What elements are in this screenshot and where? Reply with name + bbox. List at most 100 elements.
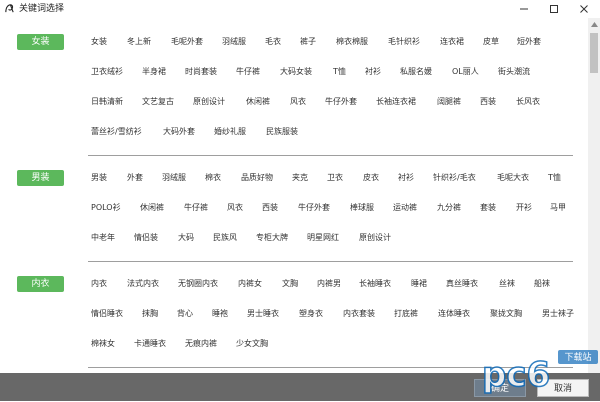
keyword-item[interactable]: 短外套 — [517, 35, 541, 49]
keyword-item[interactable]: 长风衣 — [516, 95, 540, 109]
cancel-button[interactable]: 取消 — [537, 379, 589, 397]
keyword-item[interactable]: 开衫 — [516, 201, 532, 215]
keyword-item[interactable]: 连衣裙 — [440, 35, 464, 49]
keyword-item[interactable]: 夹克 — [292, 171, 308, 185]
keyword-item[interactable]: 私服名媛 — [400, 65, 432, 79]
keyword-item[interactable]: 蕾丝衫/雪纺衫 — [91, 125, 142, 139]
keyword-item[interactable]: 衬衫 — [365, 65, 381, 79]
keyword-item[interactable]: 西装 — [480, 95, 496, 109]
keyword-item[interactable]: 衬衫 — [398, 171, 414, 185]
keyword-item[interactable]: 套装 — [480, 201, 496, 215]
keyword-item[interactable]: 大码 — [178, 231, 194, 245]
keyword-item[interactable]: 专柜大牌 — [256, 231, 288, 245]
keyword-item[interactable]: 毛呢大衣 — [497, 171, 529, 185]
keyword-item[interactable]: 中老年 — [91, 231, 115, 245]
keyword-item[interactable]: 裤子 — [300, 35, 316, 49]
keyword-item[interactable]: 皮草 — [483, 35, 499, 49]
keyword-item[interactable]: 毛衣 — [265, 35, 281, 49]
scroll-up-button[interactable] — [588, 18, 600, 30]
keyword-item[interactable]: 原创设计 — [193, 95, 225, 109]
keyword-item[interactable]: 内衣套装 — [343, 307, 375, 321]
keyword-item[interactable]: 风衣 — [227, 201, 243, 215]
keyword-item[interactable]: 冬上新 — [127, 35, 151, 49]
keyword-item[interactable]: 内裤男 — [317, 277, 341, 291]
keyword-item[interactable]: 长袖连衣裙 — [376, 95, 416, 109]
keyword-item[interactable]: 丝袜 — [499, 277, 515, 291]
keyword-item[interactable]: 休闲裤 — [140, 201, 164, 215]
keyword-item[interactable]: 街头潮流 — [498, 65, 530, 79]
keyword-item[interactable]: 情侣装 — [134, 231, 158, 245]
keyword-item[interactable]: 品质好物 — [241, 171, 273, 185]
keyword-item[interactable]: 半身裙 — [142, 65, 166, 79]
keyword-item[interactable]: 阔腿裤 — [437, 95, 461, 109]
keyword-item[interactable]: 九分裤 — [437, 201, 461, 215]
keyword-item[interactable]: 民族风 — [213, 231, 237, 245]
minimize-button[interactable] — [510, 0, 538, 18]
keyword-item[interactable]: 明星网红 — [307, 231, 339, 245]
keyword-item[interactable]: 卡通睡衣 — [134, 337, 166, 351]
keyword-item[interactable]: 婚纱礼服 — [214, 125, 246, 139]
keyword-item[interactable]: 大码外套 — [163, 125, 195, 139]
keyword-item[interactable]: 聚拢文胸 — [490, 307, 522, 321]
keyword-item[interactable]: 真丝睡衣 — [446, 277, 478, 291]
keyword-item[interactable]: 大码女装 — [280, 65, 312, 79]
keyword-item[interactable]: 男装 — [91, 171, 107, 185]
keyword-item[interactable]: 牛仔外套 — [325, 95, 357, 109]
keyword-item[interactable]: 法式内衣 — [127, 277, 159, 291]
keyword-item[interactable]: 时尚套装 — [185, 65, 217, 79]
keyword-item[interactable]: 棉衣棉服 — [336, 35, 368, 49]
keyword-item[interactable]: 休闲裤 — [246, 95, 270, 109]
close-button[interactable] — [570, 0, 598, 18]
keyword-item[interactable]: 女装 — [91, 35, 107, 49]
confirm-button[interactable]: 确定 — [474, 379, 526, 397]
keyword-item[interactable]: 文艺复古 — [142, 95, 174, 109]
keyword-item[interactable]: 连体睡衣 — [438, 307, 470, 321]
keyword-item[interactable]: 牛仔裤 — [184, 201, 208, 215]
keyword-item[interactable]: 羽绒服 — [222, 35, 246, 49]
keyword-item[interactable]: 牛仔外套 — [298, 201, 330, 215]
keyword-item[interactable]: 卫衣绒衫 — [91, 65, 123, 79]
keyword-item[interactable]: 毛针织衫 — [388, 35, 420, 49]
keyword-item[interactable]: 少女文胸 — [236, 337, 268, 351]
keyword-item[interactable]: 外套 — [127, 171, 143, 185]
keyword-item[interactable]: 棉衣 — [205, 171, 221, 185]
keyword-item[interactable]: 塑身衣 — [299, 307, 323, 321]
keyword-item[interactable]: 内裤女 — [238, 277, 262, 291]
keyword-item[interactable]: 运动裤 — [393, 201, 417, 215]
maximize-button[interactable] — [540, 0, 568, 18]
keyword-item[interactable]: 民族服装 — [266, 125, 298, 139]
keyword-item[interactable]: 抹胸 — [142, 307, 158, 321]
keyword-item[interactable]: 睡袍 — [212, 307, 228, 321]
keyword-item[interactable]: 针织衫/毛衣 — [433, 171, 476, 185]
keyword-item[interactable]: 船袜 — [534, 277, 550, 291]
keyword-item[interactable]: 长袖睡衣 — [359, 277, 391, 291]
keyword-item[interactable]: 男士袜子 — [542, 307, 574, 321]
keyword-item[interactable]: 睡裙 — [411, 277, 427, 291]
keyword-item[interactable]: 无钢圈内衣 — [178, 277, 218, 291]
keyword-item[interactable]: 皮衣 — [363, 171, 379, 185]
keyword-item[interactable]: T恤 — [548, 171, 561, 185]
keyword-item[interactable]: 棉袜女 — [91, 337, 115, 351]
keyword-item[interactable]: 风衣 — [290, 95, 306, 109]
keyword-item[interactable]: 卫衣 — [327, 171, 343, 185]
keyword-item[interactable]: 牛仔裤 — [236, 65, 260, 79]
keyword-item[interactable]: 原创设计 — [359, 231, 391, 245]
keyword-item[interactable]: 背心 — [177, 307, 193, 321]
keyword-item[interactable]: 文胸 — [282, 277, 298, 291]
keyword-item[interactable]: 马甲 — [550, 201, 566, 215]
keyword-item[interactable]: 棒球服 — [350, 201, 374, 215]
keyword-item[interactable]: T恤 — [333, 65, 346, 79]
keyword-item[interactable]: 打底裤 — [394, 307, 418, 321]
keyword-item[interactable]: 情侣睡衣 — [91, 307, 123, 321]
keyword-item[interactable]: POLO衫 — [91, 201, 121, 215]
vertical-scrollbar[interactable] — [588, 18, 600, 373]
keyword-item[interactable]: 男士睡衣 — [247, 307, 279, 321]
keyword-item[interactable]: OL丽人 — [452, 65, 479, 79]
keyword-item[interactable]: 内衣 — [91, 277, 107, 291]
keyword-item[interactable]: 无痕内裤 — [185, 337, 217, 351]
scroll-thumb[interactable] — [590, 33, 598, 73]
keyword-item[interactable]: 西装 — [262, 201, 278, 215]
keyword-item[interactable]: 毛呢外套 — [171, 35, 203, 49]
keyword-item[interactable]: 羽绒服 — [162, 171, 186, 185]
keyword-item[interactable]: 日韩清新 — [91, 95, 123, 109]
